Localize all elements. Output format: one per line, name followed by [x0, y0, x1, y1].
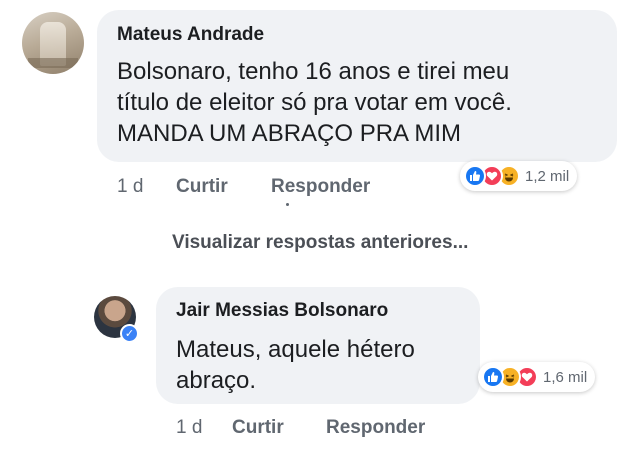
reply-button[interactable]: Responder [271, 176, 370, 198]
comment-author-name[interactable]: Mateus Andrade [117, 24, 264, 46]
reply-text-line: Mateus, aquele hétero [176, 336, 415, 363]
separator-dot [286, 203, 289, 206]
like-button[interactable]: Curtir [232, 417, 284, 439]
comment-reactions[interactable]: 1,2 mil [460, 161, 578, 191]
reaction-count: 1,2 mil [525, 167, 570, 185]
reply-button[interactable]: Responder [326, 417, 425, 439]
reply-author-name[interactable]: Jair Messias Bolsonaro [176, 300, 388, 322]
reply-timestamp[interactable]: 1 d [176, 417, 202, 439]
avatar[interactable] [22, 12, 84, 74]
comment-text: Bolsonaro, tenho 16 anos e tirei meu tít… [117, 56, 512, 149]
comment-text-line: título de eleitor só pra votar em você. [117, 89, 512, 116]
comment-text-line: MANDA UM ABRAÇO PRA MIM [117, 120, 462, 147]
reaction-count: 1,6 mil [543, 368, 588, 386]
reply-text-line: abraço. [176, 367, 257, 394]
avatar-photo-base [28, 58, 78, 68]
view-previous-replies-link[interactable]: Visualizar respostas anteriores... [172, 232, 468, 254]
like-button[interactable]: Curtir [176, 176, 228, 198]
reply-reactions[interactable]: 1,6 mil [478, 362, 596, 392]
like-icon [482, 366, 504, 388]
comment-text-line: Bolsonaro, tenho 16 anos e tirei meu [117, 58, 510, 85]
like-icon [464, 165, 486, 187]
reply-text: Mateus, aquele hétero abraço. [176, 334, 415, 396]
verified-icon: ✓ [120, 324, 139, 343]
comment-timestamp[interactable]: 1 d [117, 176, 143, 198]
